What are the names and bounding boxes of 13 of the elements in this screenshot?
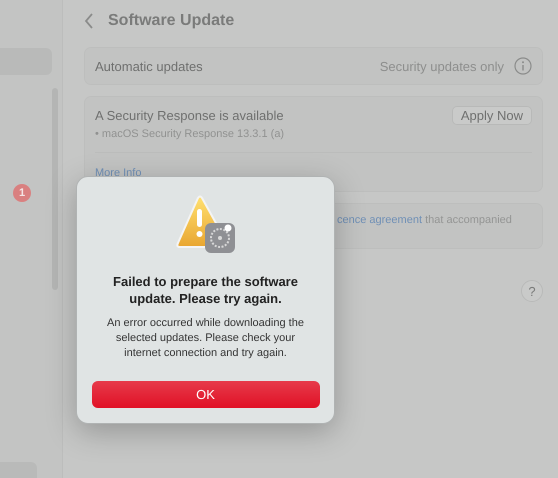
- back-icon[interactable]: [84, 13, 94, 29]
- security-response-title: A Security Response is available: [95, 108, 284, 123]
- ok-button[interactable]: OK: [92, 381, 320, 408]
- automatic-updates-label: Automatic updates: [95, 58, 204, 74]
- info-icon[interactable]: [514, 57, 532, 75]
- more-info-link[interactable]: More Info: [95, 167, 142, 179]
- alert-title: Failed to prepare the software update. Please try again.: [112, 273, 299, 307]
- licence-link[interactable]: cence agreement: [337, 214, 422, 226]
- notification-badge: 1: [13, 184, 31, 202]
- page-title: Software Update: [108, 12, 234, 30]
- help-button[interactable]: ?: [521, 280, 543, 302]
- apply-now-button[interactable]: Apply Now: [452, 106, 532, 125]
- alert-message: An error occurred while downloading the selected updates. Please check your internet connection and try again.: [106, 316, 305, 361]
